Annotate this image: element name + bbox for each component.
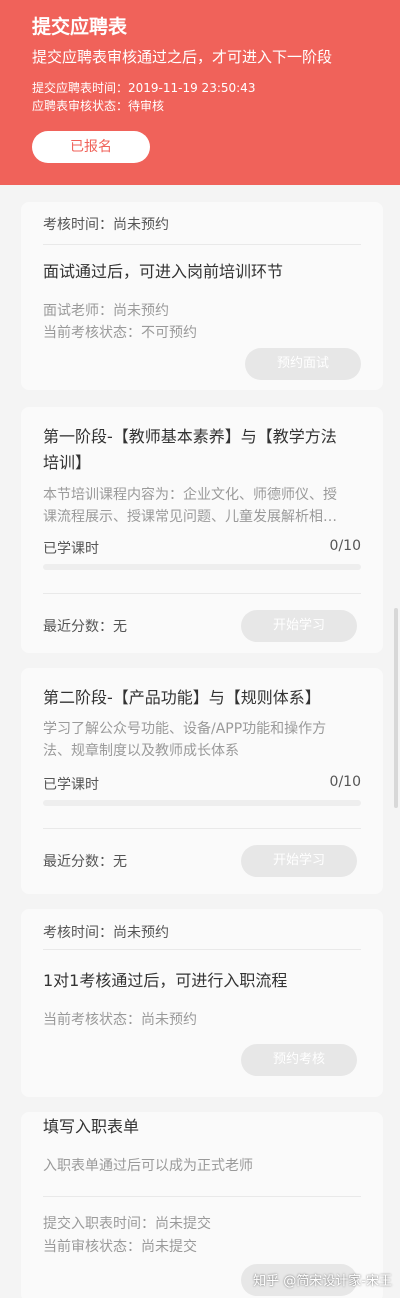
interview-teacher: 面试老师：尚未预约 — [43, 303, 169, 319]
stage2-desc-line1: 学习了解公众号功能、设备/APP功能和操作方 — [43, 721, 327, 737]
interview-status: 当前考核状态：不可预约 — [43, 325, 197, 341]
onboarding-title: 填写入职表单 — [43, 1117, 140, 1136]
stage1-hours-value: 0/10 — [329, 538, 361, 554]
stage2-hours-label: 已学课时 — [43, 777, 99, 793]
onboarding-review-status: 当前审核状态：尚未提交 — [43, 1239, 197, 1255]
stage1-progress-bar — [43, 564, 361, 570]
scrollbar[interactable] — [394, 608, 398, 808]
page-title: 提交应聘表 — [32, 16, 128, 38]
divider — [43, 593, 361, 594]
assessment-card: 考核时间：尚未预约 1对1考核通过后，可进行入职流程 当前考核状态：尚未预约 预… — [21, 909, 383, 1097]
stage1-desc-line2: 课流程展示、授课常见问题、儿童发展解析相… — [43, 509, 337, 525]
assessment-exam-time: 考核时间：尚未预约 — [43, 925, 169, 941]
onboarding-desc: 入职表单通过后可以成为正式老师 — [43, 1158, 253, 1174]
header-subtitle: 提交应聘表审核通过之后，才可进入下一阶段 — [32, 48, 333, 66]
stage2-card: 第二阶段-【产品功能】与【规则体系】 学习了解公众号功能、设备/APP功能和操作… — [21, 668, 383, 894]
divider — [43, 828, 361, 829]
stage2-title: 第二阶段-【产品功能】与【规则体系】 — [43, 688, 321, 707]
start-study-button[interactable]: 开始学习 — [241, 845, 357, 877]
stage2-score: 最近分数：无 — [43, 854, 127, 870]
watermark: 知乎 @简宋设计家-宋王 — [253, 1274, 392, 1289]
interview-card: 考核时间：尚未预约 面试通过后，可进入岗前培训环节 面试老师：尚未预约 当前考核… — [21, 202, 383, 390]
stage1-title-line1: 第一阶段-【教师基本素养】与【教学方法 — [43, 427, 337, 446]
divider — [43, 244, 361, 245]
divider — [43, 949, 361, 950]
stage1-hours-label: 已学课时 — [43, 541, 99, 557]
stage2-hours-value: 0/10 — [329, 774, 361, 790]
stage2-desc-line2: 法、规章制度以及教师成长体系 — [43, 743, 239, 759]
review-status: 应聘表审核状态：待审核 — [32, 99, 165, 113]
stage1-card: 第一阶段-【教师基本素养】与【教学方法 培训】 本节培训课程内容为：企业文化、师… — [21, 407, 383, 653]
onboarding-submit-time: 提交入职表时间：尚未提交 — [43, 1216, 211, 1232]
stage1-desc-line1: 本节培训课程内容为：企业文化、师德师仪、授 — [43, 487, 337, 503]
assessment-status: 当前考核状态：尚未预约 — [43, 1012, 197, 1028]
book-assessment-button[interactable]: 预约考核 — [241, 1044, 357, 1076]
submit-time: 提交应聘表时间：2019-11-19 23:50:43 — [32, 81, 256, 95]
interview-heading: 面试通过后，可进入岗前培训环节 — [43, 262, 284, 281]
assessment-heading: 1对1考核通过后，可进行入职流程 — [43, 971, 288, 990]
divider — [43, 1196, 361, 1197]
signup-status-badge: 已报名 — [32, 131, 150, 163]
book-interview-button[interactable]: 预约面试 — [245, 348, 361, 380]
start-study-button[interactable]: 开始学习 — [241, 610, 357, 642]
stage1-score: 最近分数：无 — [43, 619, 127, 635]
stage1-title-line2: 培训】 — [43, 453, 92, 472]
stage2-progress-bar — [43, 800, 361, 806]
interview-exam-time: 考核时间：尚未预约 — [43, 217, 169, 233]
application-header: 提交应聘表 提交应聘表审核通过之后，才可进入下一阶段 提交应聘表时间：2019-… — [0, 0, 400, 185]
